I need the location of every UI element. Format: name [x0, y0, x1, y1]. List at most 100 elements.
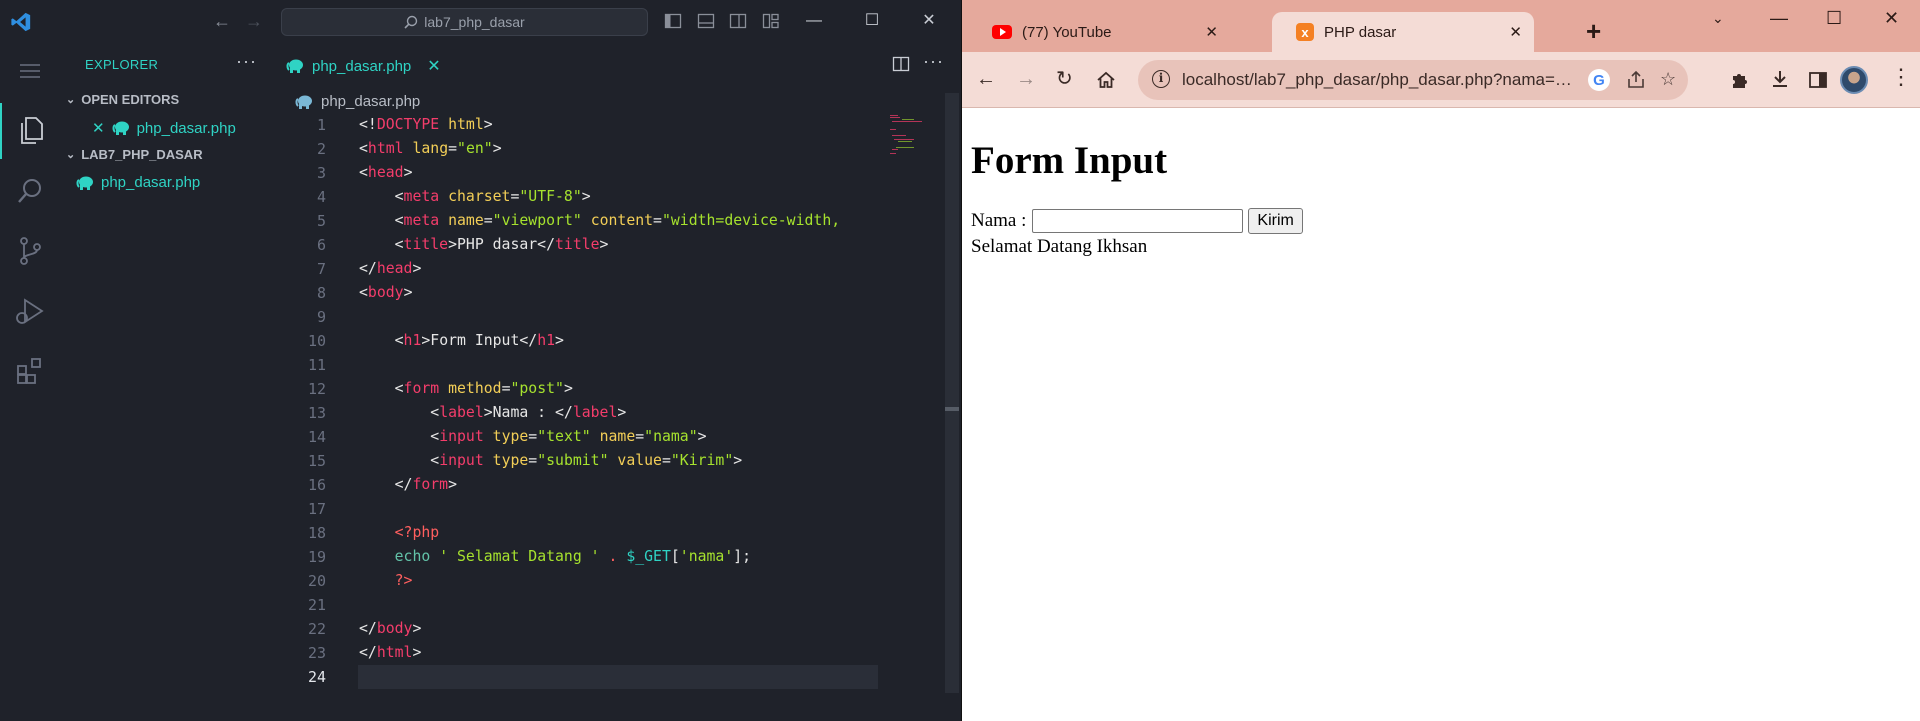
tab-close-icon[interactable]: ✕	[1509, 23, 1522, 41]
forward-arrow-icon[interactable]: →	[1016, 68, 1036, 90]
toggle-panel-icon[interactable]	[697, 12, 715, 30]
scrollbar-thumb[interactable]	[945, 407, 959, 411]
code-token: method	[448, 380, 502, 397]
split-editor-icon[interactable]	[892, 55, 910, 73]
run-debug-icon[interactable]	[0, 283, 60, 339]
toggle-secondary-sidebar-icon[interactable]	[729, 12, 747, 30]
minimap[interactable]	[888, 113, 948, 173]
file-tree-item[interactable]: php_dasar.php	[76, 174, 200, 191]
code-text: </head>	[359, 257, 421, 281]
code-line[interactable]: 6 <title>PHP dasar</title>	[270, 233, 890, 257]
editor-tab-label: php_dasar.php	[312, 57, 412, 75]
code-line[interactable]: 7 </head>	[270, 257, 890, 281]
source-control-icon[interactable]	[0, 223, 60, 279]
forward-arrow-icon[interactable]: →	[245, 12, 263, 30]
code-line[interactable]: 14 <input type="text" name="nama">	[270, 425, 890, 449]
back-arrow-icon[interactable]: ←	[213, 12, 231, 30]
code-line[interactable]: 10 <h1>Form Input</h1>	[270, 329, 890, 353]
menu-icon[interactable]	[0, 43, 60, 99]
code-line[interactable]: 15 <input type="submit" value="Kirim">	[270, 449, 890, 473]
code-text: <?php	[359, 521, 440, 545]
close-icon[interactable]: ✕	[1884, 8, 1899, 29]
code-line[interactable]: 3 <head>	[270, 161, 890, 185]
code-line[interactable]: 2 <html lang="en">	[270, 137, 890, 161]
reload-icon[interactable]: ↻	[1056, 68, 1073, 90]
browser-tab-youtube[interactable]: (77) YouTube ✕	[968, 12, 1230, 52]
maximize-icon[interactable]: ☐	[858, 8, 886, 34]
explorer-files-icon[interactable]	[0, 103, 60, 159]
code-editor[interactable]: 1 <!DOCTYPE html> 2 <html lang="en"> 3 <head>…	[270, 113, 890, 689]
maximize-icon[interactable]: ☐	[1826, 8, 1842, 29]
address-bar[interactable]: i localhost/lab7_php_dasar/php_dasar.php…	[1138, 60, 1688, 100]
minimize-icon[interactable]: —	[1770, 8, 1788, 29]
code-token: "en"	[457, 140, 493, 157]
back-arrow-icon[interactable]: ←	[976, 68, 996, 90]
line-number: 21	[307, 596, 326, 614]
line-number: 22	[307, 620, 326, 638]
extensions-puzzle-icon[interactable]	[1730, 70, 1750, 90]
command-center-search[interactable]: lab7_php_dasar	[281, 8, 648, 36]
code-line[interactable]: 1 <!DOCTYPE html>	[270, 113, 890, 137]
code-text: <h1>Form Input</h1>	[359, 329, 564, 353]
code-line[interactable]: 16 </form>	[270, 473, 890, 497]
extensions-icon[interactable]	[0, 343, 60, 399]
editor-scrollbar[interactable]	[945, 93, 959, 693]
code-line[interactable]: 12 <form method="post">	[270, 377, 890, 401]
php-elephant-icon	[295, 95, 312, 109]
url-text[interactable]: localhost/lab7_php_dasar/php_dasar.php?n…	[1182, 70, 1572, 90]
tab-close-icon[interactable]: ✕	[427, 56, 440, 76]
browser-tab-title: (77) YouTube	[1022, 23, 1112, 41]
code-line[interactable]: 19 echo ' Selamat Datang ' . $_GET['nama…	[270, 545, 890, 569]
breadcrumb[interactable]: php_dasar.php	[295, 93, 420, 110]
download-icon[interactable]	[1770, 69, 1790, 89]
toggle-sidebar-icon[interactable]	[664, 12, 682, 30]
line-number: 12	[307, 380, 326, 398]
code-line[interactable]: 11	[270, 353, 890, 377]
open-editors-section[interactable]: ⌄ OPEN EDITORS	[66, 92, 179, 107]
site-info-icon[interactable]: i	[1152, 70, 1170, 88]
editor-more-actions-icon[interactable]: ···	[923, 51, 944, 72]
tab-close-icon[interactable]: ✕	[1205, 23, 1218, 41]
close-icon[interactable]: ✕	[915, 8, 943, 34]
line-number: 6	[316, 236, 326, 254]
side-panel-icon[interactable]	[1808, 70, 1828, 90]
code-line[interactable]: 9	[270, 305, 890, 329]
more-actions-icon[interactable]: ···	[236, 51, 257, 72]
file-tree-filename: php_dasar.php	[101, 174, 201, 191]
code-token: meta	[403, 212, 440, 229]
open-editor-item[interactable]: ✕ php_dasar.php	[92, 119, 236, 138]
code-text: <html lang="en">	[359, 137, 502, 161]
customize-layout-icon[interactable]	[762, 12, 780, 30]
minimize-icon[interactable]: —	[800, 8, 828, 34]
code-line[interactable]: 22 </body>	[270, 617, 890, 641]
code-line[interactable]: 5 <meta name="viewport" content="width=d…	[270, 209, 890, 233]
youtube-icon	[992, 25, 1012, 39]
close-editor-icon[interactable]: ✕	[92, 119, 105, 137]
bookmark-star-icon[interactable]: ☆	[1660, 69, 1676, 90]
search-view-icon[interactable]	[0, 163, 60, 219]
chrome-menu-kebab-icon[interactable]: ⋮	[1890, 66, 1912, 88]
share-icon[interactable]	[1626, 70, 1646, 90]
profile-avatar[interactable]	[1840, 66, 1868, 94]
code-token: >PHP dasar</	[448, 236, 555, 253]
nama-input[interactable]	[1032, 209, 1244, 233]
google-lens-icon[interactable]: G	[1588, 69, 1610, 91]
code-line[interactable]: 8 <body>	[270, 281, 890, 305]
code-line[interactable]: 4 <meta charset="UTF-8">	[270, 185, 890, 209]
code-line[interactable]: 21	[270, 593, 890, 617]
editor-tab[interactable]: php_dasar.php ✕	[270, 43, 457, 89]
new-tab-plus-icon[interactable]: +	[1586, 16, 1601, 47]
code-line[interactable]: 23 </html>	[270, 641, 890, 665]
code-line[interactable]: 24	[270, 665, 890, 689]
kirim-submit-button[interactable]: Kirim	[1248, 208, 1303, 234]
browser-tab-php-dasar[interactable]: х PHP dasar ✕	[1272, 12, 1534, 52]
code-line[interactable]: 13 <label>Nama : </label>	[270, 401, 890, 425]
code-line[interactable]: 17	[270, 497, 890, 521]
tab-search-chevron-icon[interactable]: ⌄	[1712, 10, 1724, 27]
project-folder-section[interactable]: ⌄ LAB7_PHP_DASAR	[66, 147, 203, 162]
code-line[interactable]: 18 <?php	[270, 521, 890, 545]
code-line[interactable]: 20 ?>	[270, 569, 890, 593]
home-icon[interactable]	[1096, 70, 1116, 90]
